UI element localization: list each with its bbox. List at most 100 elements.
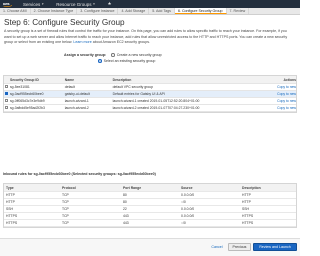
rule-description: HTTPS bbox=[242, 221, 254, 225]
table-row[interactable]: sg-0afbdd5e95ad2f2b3 launch-wizard-2 lau… bbox=[4, 105, 296, 112]
copy-to-new-link[interactable]: Copy to new bbox=[270, 92, 296, 96]
table-row: HTTPS TCP 443 0.0.0.0/0 HTTPS bbox=[4, 213, 296, 220]
security-group-table: Security Group ID Name Description Actio… bbox=[3, 75, 297, 113]
learn-more-link[interactable]: Learn more bbox=[73, 40, 91, 44]
row-checkbox[interactable] bbox=[5, 106, 8, 109]
review-and-launch-button[interactable]: Review and Launch bbox=[253, 243, 297, 251]
rule-port-range: 80 bbox=[123, 193, 127, 197]
table-row: SSH TCP 22 0.0.0.0/0 SSH bbox=[4, 206, 296, 213]
rule-protocol: TCP bbox=[62, 200, 69, 204]
security-group-id: sg-5ee31081 bbox=[9, 85, 30, 89]
rule-type: HTTP bbox=[6, 193, 15, 197]
radio-create-new[interactable] bbox=[111, 53, 115, 57]
rule-source: 0.0.0.0/0 bbox=[181, 207, 195, 211]
column-header-type[interactable]: Type bbox=[4, 186, 62, 190]
rule-protocol: TCP bbox=[62, 214, 69, 218]
inbound-rules-table: Type Protocol Port Range Source Descript… bbox=[3, 183, 297, 228]
table-header: Security Group ID Name Description Actio… bbox=[4, 76, 296, 84]
tab-choose-instance-type[interactable]: 2. Choose Instance Type bbox=[31, 8, 78, 14]
radio-select-existing[interactable] bbox=[98, 59, 102, 63]
column-header-source[interactable]: Source bbox=[181, 186, 242, 190]
rule-source: 0.0.0.0/0 bbox=[181, 214, 195, 218]
rule-port-range: 443 bbox=[123, 221, 129, 225]
tab-choose-ami[interactable]: 1. Choose AMI bbox=[0, 8, 31, 14]
table-row[interactable]: sg-5ee31081 default default VPC security… bbox=[4, 84, 296, 91]
tab-configure-instance[interactable]: 3. Configure Instance bbox=[77, 8, 119, 14]
rule-protocol: TCP bbox=[62, 207, 69, 211]
aws-logo-icon: aws bbox=[3, 2, 13, 7]
tab-add-storage[interactable]: 4. Add Storage bbox=[118, 8, 150, 14]
rule-port-range: 22 bbox=[123, 207, 127, 211]
rule-protocol: TCP bbox=[62, 221, 69, 225]
rule-port-range: 80 bbox=[123, 200, 127, 204]
tab-configure-security-group[interactable]: 6. Configure Security Group bbox=[174, 8, 227, 14]
copy-to-new-link[interactable]: Copy to new bbox=[270, 85, 296, 89]
rule-source: ::/0 bbox=[181, 200, 186, 204]
svg-text:aws: aws bbox=[3, 2, 10, 6]
column-header-id[interactable]: Security Group ID bbox=[10, 78, 65, 82]
select-existing-label: Select an existing security group bbox=[103, 59, 156, 63]
rule-description: SSH bbox=[242, 207, 249, 211]
column-header-port-range[interactable]: Port Range bbox=[123, 186, 181, 190]
security-group-description: launch-wizard-1 created 2019-01-05T12:52… bbox=[112, 99, 200, 103]
nav-services[interactable]: Services ▼ bbox=[23, 2, 44, 7]
top-nav: aws Services ▼ Resource Groups ▼ ★ bbox=[0, 0, 300, 8]
chevron-down-icon: ▼ bbox=[92, 2, 96, 6]
assign-security-group: Assign a security group: Create a new se… bbox=[64, 53, 162, 63]
select-existing-option[interactable]: Select an existing security group bbox=[98, 59, 155, 63]
security-group-name: launch-wizard-1 bbox=[64, 99, 89, 103]
tab-review[interactable]: 7. Review bbox=[227, 8, 250, 14]
rule-type: HTTPS bbox=[6, 221, 18, 225]
column-header-actions: Actions bbox=[283, 77, 296, 82]
rule-description: HTTPS bbox=[242, 214, 254, 218]
security-group-name: launch-wizard-2 bbox=[64, 106, 89, 110]
wizard-tabs: 1. Choose AMI 2. Choose Instance Type 3.… bbox=[0, 8, 300, 15]
chevron-down-icon: ▼ bbox=[41, 2, 45, 6]
row-checkbox[interactable] bbox=[5, 92, 8, 95]
table-row: HTTP TCP 80 ::/0 HTTP bbox=[4, 199, 296, 206]
inbound-rules-title: Inbound rules for sg-0acf955ecb60bee0 (S… bbox=[3, 172, 156, 176]
security-group-id: sg-0ff065d3c7e3e9db9 bbox=[9, 99, 45, 103]
table-row: HTTPS TCP 443 ::/0 HTTPS bbox=[4, 220, 296, 227]
row-checkbox[interactable] bbox=[5, 99, 8, 102]
table-header: Type Protocol Port Range Source Descript… bbox=[4, 184, 296, 192]
table-row[interactable]: sg-0acf955ecb60bee0 gatsby-ui-default De… bbox=[4, 91, 296, 98]
nav-pin-button[interactable]: ★ bbox=[108, 1, 112, 7]
table-row: HTTP TCP 80 0.0.0.0/0 HTTP bbox=[4, 192, 296, 199]
security-group-name: gatsby-ui-default bbox=[64, 92, 90, 96]
security-group-description: default VPC security group bbox=[112, 85, 153, 89]
page-title: Step 6: Configure Security Group bbox=[4, 18, 125, 27]
table-row[interactable]: sg-0ff065d3c7e3e9db9 launch-wizard-1 lau… bbox=[4, 98, 296, 105]
column-header-protocol[interactable]: Protocol bbox=[62, 186, 123, 190]
security-group-id: sg-0acf955ecb60bee0 bbox=[9, 92, 44, 96]
copy-to-new-link[interactable]: Copy to new bbox=[270, 106, 296, 110]
security-group-description: launch-wizard-2 created 2019-01-07T07:04… bbox=[112, 106, 200, 110]
cancel-button[interactable]: Cancel bbox=[208, 243, 226, 251]
page-description: A security group is a set of firewall ru… bbox=[4, 29, 295, 46]
action-bar: Cancel Previous Review and Launch bbox=[0, 238, 300, 256]
security-group-description: Default entries for Gatsby UI & API bbox=[112, 92, 165, 96]
rule-port-range: 443 bbox=[123, 214, 129, 218]
rule-type: HTTP bbox=[6, 200, 15, 204]
column-header-description[interactable]: Description bbox=[113, 78, 270, 82]
nav-resource-groups[interactable]: Resource Groups ▼ bbox=[56, 2, 95, 7]
create-new-option[interactable]: Create a new security group bbox=[111, 53, 162, 57]
security-group-name: default bbox=[64, 85, 75, 89]
rule-description: HTTP bbox=[242, 200, 251, 204]
assign-label: Assign a security group: bbox=[64, 53, 107, 57]
column-header-description[interactable]: Description bbox=[242, 186, 296, 190]
rule-protocol: TCP bbox=[62, 193, 69, 197]
rule-description: HTTP bbox=[242, 193, 251, 197]
rule-type: HTTPS bbox=[6, 214, 18, 218]
nav-resource-groups-label: Resource Groups bbox=[56, 1, 92, 7]
nav-services-label: Services bbox=[23, 1, 41, 7]
previous-button[interactable]: Previous bbox=[228, 243, 251, 251]
row-checkbox[interactable] bbox=[5, 85, 8, 88]
tab-add-tags[interactable]: 5. Add Tags bbox=[149, 8, 175, 14]
rule-source: ::/0 bbox=[181, 221, 186, 225]
create-new-label: Create a new security group bbox=[116, 53, 162, 57]
copy-to-new-link[interactable]: Copy to new bbox=[270, 99, 296, 103]
column-header-name[interactable]: Name bbox=[65, 78, 113, 82]
aws-logo[interactable]: aws bbox=[3, 2, 13, 7]
description-text-end: about Amazon EC2 security groups. bbox=[92, 40, 151, 45]
